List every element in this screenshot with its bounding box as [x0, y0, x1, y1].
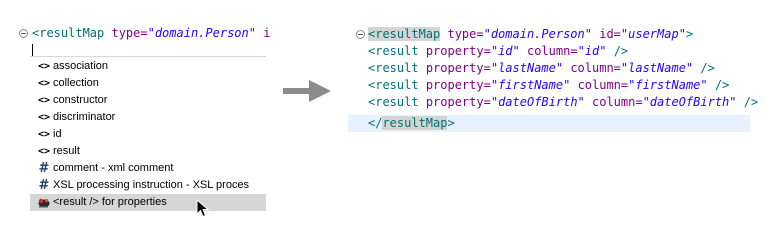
attr-column: column= — [592, 95, 643, 109]
value-column: "dateOfBirth" — [642, 95, 737, 109]
fold-toggle-icon[interactable] — [19, 29, 28, 38]
value-property: "firstName" — [490, 78, 571, 92]
tag-result: <result — [368, 61, 419, 75]
value-type: "domain.Person" — [483, 27, 592, 41]
completion-label: discriminator — [53, 111, 116, 123]
content-assist-popup[interactable]: <> association <> collection <> construc… — [30, 56, 266, 212]
attr-column: column= — [526, 44, 578, 58]
value-column: "lastName" — [620, 61, 694, 75]
left-editor[interactable]: <resultMap type="domain.Person" i <> ass… — [0, 0, 270, 243]
completion-item[interactable]: <> constructor — [30, 92, 266, 109]
hash-icon: # — [38, 178, 50, 193]
value-property: "id" — [490, 44, 520, 58]
code-line-resultmap[interactable]: <resultMap type="domain.Person" i — [32, 26, 270, 40]
xml-tag-icon: <> — [37, 112, 51, 123]
tag-result: <result — [368, 95, 419, 109]
attr-id-partial: i — [263, 26, 271, 40]
tag-close: > — [685, 27, 694, 41]
attr-id: id= — [599, 27, 621, 41]
completion-label: XSL processing instruction - XSL proces — [53, 179, 250, 191]
attr-column: column= — [570, 61, 621, 75]
code-line-closing[interactable]: </resultMap> — [368, 116, 455, 130]
fold-toggle-icon[interactable] — [356, 30, 365, 39]
tag-self-close: /> — [714, 78, 730, 92]
completion-item[interactable]: <> collection — [30, 75, 266, 92]
completion-item[interactable]: # XSL processing instruction - XSL proce… — [30, 177, 266, 194]
tag-self-close: /> — [700, 61, 715, 75]
xml-tag-icon: <> — [37, 129, 51, 140]
value-property: "dateOfBirth" — [490, 95, 585, 109]
completion-label: collection — [53, 77, 99, 89]
value-column: "firstName" — [628, 78, 708, 92]
attr-property: property= — [425, 61, 491, 75]
transform-arrow-icon — [283, 80, 331, 102]
xml-tag-icon: <> — [37, 61, 51, 72]
completion-item[interactable]: <> id — [30, 126, 266, 143]
value-property: "lastName" — [490, 61, 564, 75]
code-line-result[interactable]: <result property="dateOfBirth" column="d… — [368, 95, 758, 109]
completion-label: comment - xml comment — [53, 162, 174, 174]
mouse-pointer-icon — [196, 199, 210, 218]
xml-tag-icon: <> — [37, 146, 51, 157]
code-line-result[interactable]: <result property="firstName" column="fir… — [368, 78, 729, 92]
code-line-result[interactable]: <result property="id" column="id" /> — [368, 44, 628, 58]
xml-tag-icon: <> — [37, 95, 51, 106]
closing-tag-name-highlighted: resultMap — [382, 116, 448, 130]
attr-column: column= — [577, 78, 629, 92]
code-line-result[interactable]: <result property="lastName" column="last… — [368, 61, 715, 75]
tag-result: <result — [368, 44, 419, 58]
attr-type: type= — [111, 26, 148, 40]
completion-item-selected[interactable]: <result /> for properties — [30, 194, 266, 211]
code-line-resultmap[interactable]: <resultMap type="domain.Person" id="user… — [368, 27, 693, 41]
attr-property: property= — [425, 95, 491, 109]
completion-item[interactable]: <> discriminator — [30, 109, 266, 126]
completion-label: result — [53, 145, 80, 157]
value-column: "id" — [577, 44, 607, 58]
completion-item[interactable]: <> association — [30, 58, 266, 75]
attr-property: property= — [425, 78, 491, 92]
completion-item[interactable]: <> result — [30, 143, 266, 160]
attr-property: property= — [425, 44, 491, 58]
value-id: "userMap" — [620, 27, 686, 41]
closing-bracket: </ — [368, 116, 383, 130]
tag-open-highlighted: <resultMap — [368, 27, 441, 41]
value-type: "domain.Person" — [147, 26, 256, 40]
completion-item[interactable]: # comment - xml comment — [30, 160, 266, 177]
closing-bracket: > — [447, 116, 455, 130]
tag-self-close: /> — [743, 95, 759, 109]
attr-type: type= — [447, 27, 484, 41]
template-icon — [37, 196, 51, 209]
hash-icon: # — [38, 161, 50, 176]
tag-result: <result — [368, 78, 419, 92]
completion-label: id — [53, 128, 62, 140]
tag-open: <resultMap — [32, 26, 105, 40]
xml-tag-icon: <> — [37, 78, 51, 89]
completion-label: association — [53, 60, 109, 72]
tag-self-close: /> — [613, 44, 629, 58]
right-editor[interactable]: <resultMap type="domain.Person" id="user… — [348, 18, 758, 138]
completion-label: <result /> for properties — [53, 196, 167, 208]
completion-label: constructor — [53, 94, 108, 106]
